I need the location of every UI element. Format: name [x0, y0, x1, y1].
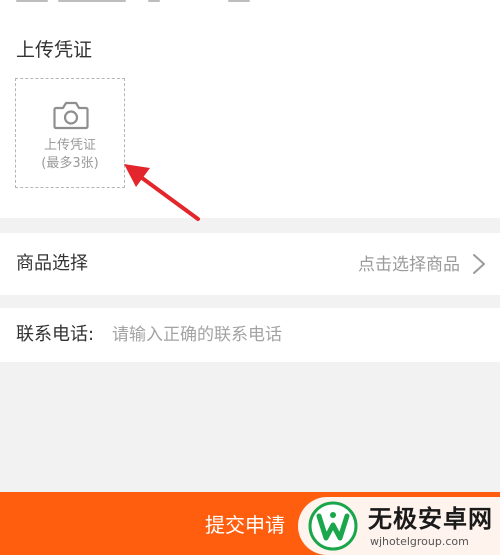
upload-photo-button[interactable]: 上传凭证 (最多3张) [15, 78, 125, 188]
submit-label: 提交申请 [205, 513, 285, 537]
brand-logo-icon [308, 501, 358, 551]
chevron-right-icon [473, 254, 485, 274]
red-arrow-annotation [124, 164, 200, 221]
watermark-brand-name: 无极安卓网 [368, 505, 493, 533]
upload-box-label: 上传凭证 [43, 138, 96, 153]
contact-phone-row: 联系电话: [0, 308, 500, 362]
upload-box-limit: (最多3张) [41, 156, 99, 171]
strip-fragment [58, 0, 126, 2]
site-watermark: 无极安卓网 wjhotelgroup.com [298, 497, 500, 555]
product-select-value: 点击选择商品 [358, 255, 460, 275]
contact-phone-label: 联系电话: [16, 324, 95, 345]
upload-section-title: 上传凭证 [16, 39, 93, 61]
strip-fragment [228, 0, 250, 2]
watermark-domain: wjhotelgroup.com [370, 535, 469, 548]
strip-fragment [148, 0, 160, 2]
upload-voucher-section: 上传凭证 上传凭证 (最多3张) [0, 0, 500, 221]
strip-fragment [16, 0, 48, 2]
top-strip-remnant [0, 0, 500, 6]
contact-phone-input[interactable] [112, 320, 482, 350]
product-select-row[interactable]: 商品选择 点击选择商品 [0, 233, 500, 295]
camera-icon [53, 101, 89, 130]
product-select-label: 商品选择 [16, 253, 88, 274]
